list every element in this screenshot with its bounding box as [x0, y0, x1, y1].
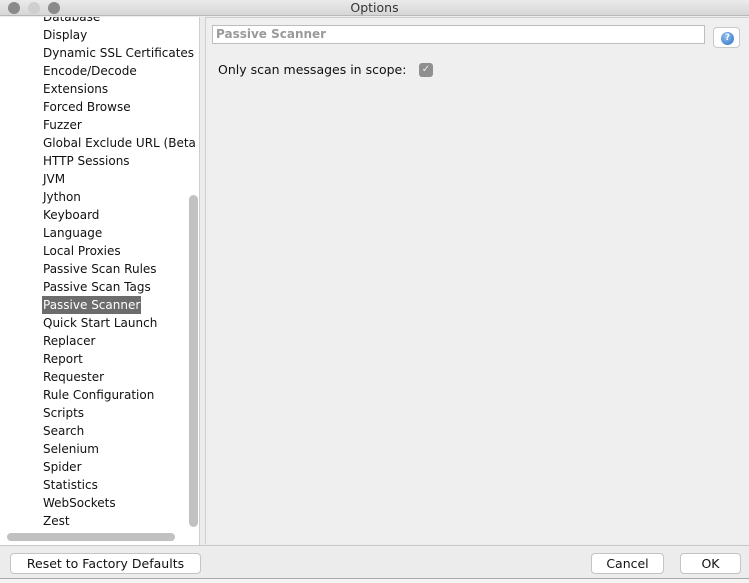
tree-item[interactable]: JVM: [42, 170, 66, 188]
help-icon: ?: [721, 32, 734, 45]
tree-item[interactable]: Zest: [42, 512, 71, 530]
tree-item[interactable]: Keyboard: [42, 206, 100, 224]
tree-item[interactable]: Selenium: [42, 440, 100, 458]
tree-item[interactable]: Requester: [42, 368, 105, 386]
background-window: [0, 578, 749, 583]
tree-item[interactable]: Encode/Decode: [42, 62, 138, 80]
options-panel: Passive Scanner ? Only scan messages in …: [205, 17, 749, 544]
help-button[interactable]: ?: [713, 27, 740, 48]
tree-item[interactable]: Passive Scan Tags: [42, 278, 152, 296]
tree-item[interactable]: Extensions: [42, 80, 109, 98]
scope-checkbox[interactable]: ✓: [419, 63, 433, 77]
tree-item[interactable]: Forced Browse: [42, 98, 132, 116]
tree-item[interactable]: Replacer: [42, 332, 96, 350]
tree-item[interactable]: Statistics: [42, 476, 99, 494]
tree-item[interactable]: Passive Scan Rules: [42, 260, 158, 278]
reset-defaults-button[interactable]: Reset to Factory Defaults: [10, 553, 201, 574]
tree-item[interactable]: Language: [42, 224, 103, 242]
minimize-window-button[interactable]: [28, 2, 40, 14]
tree-item[interactable]: Database: [42, 17, 101, 26]
tree-item[interactable]: Quick Start Launch: [42, 314, 158, 332]
tree-item[interactable]: Fuzzer: [42, 116, 83, 134]
tree-item[interactable]: HTTP Sessions: [42, 152, 131, 170]
tree-item[interactable]: Global Exclude URL (Beta: [42, 134, 197, 152]
tree-item[interactable]: Jython: [42, 188, 82, 206]
panel-heading: Passive Scanner: [212, 25, 705, 44]
close-window-button[interactable]: [8, 2, 20, 14]
title-bar: Options: [0, 0, 749, 16]
tree-item[interactable]: Report: [42, 350, 84, 368]
dialog-footer: Reset to Factory Defaults Cancel OK: [0, 545, 749, 578]
tree-item[interactable]: Display: [42, 26, 88, 44]
ok-button[interactable]: OK: [680, 553, 741, 574]
tree-item[interactable]: Scripts: [42, 404, 85, 422]
tree-item[interactable]: WebSockets: [42, 494, 117, 512]
horizontal-scrollbar[interactable]: [7, 533, 175, 541]
tree-item[interactable]: Spider: [42, 458, 83, 476]
tree-item[interactable]: Dynamic SSL Certificates: [42, 44, 195, 62]
tree-item[interactable]: Rule Configuration: [42, 386, 155, 404]
scope-label: Only scan messages in scope:: [218, 62, 407, 77]
tree-item[interactable]: Passive Scanner: [42, 296, 142, 314]
tree-item[interactable]: Search: [42, 422, 85, 440]
window-title: Options: [350, 0, 399, 15]
tree-item[interactable]: Local Proxies: [42, 242, 122, 260]
vertical-scrollbar[interactable]: [189, 195, 198, 527]
cancel-button[interactable]: Cancel: [591, 553, 664, 574]
options-tree[interactable]: Database Display Dynamic SSL Certificates E…: [0, 17, 200, 545]
zoom-window-button[interactable]: [48, 2, 60, 14]
